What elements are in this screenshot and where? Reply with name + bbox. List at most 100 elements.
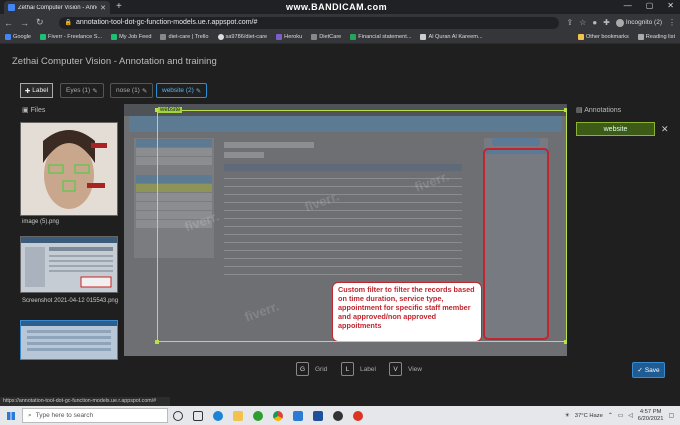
tab-title: Zethai Computer Vision - Annotation — [18, 4, 97, 11]
tray-chevron-icon[interactable]: ⌃ — [608, 413, 613, 419]
task-view-icon[interactable] — [193, 410, 203, 421]
tab-close-icon[interactable]: ✕ — [100, 4, 106, 12]
system-tray: ☀ 37°C Haze ⌃ ▭ ◁ 4:57 PM 6/20/2021 ▢ — [565, 409, 680, 422]
clock[interactable]: 4:57 PM 6/20/2021 — [638, 409, 664, 422]
forward-icon[interactable]: → — [20, 18, 29, 28]
bookmarks-bar: Google Fiverr - Freelance S... My Job Fe… — [0, 31, 680, 44]
file-name: Screenshot 2021-04-12 015543.png — [22, 298, 119, 304]
bookmark-item[interactable]: Google — [5, 34, 31, 40]
edit-icon[interactable]: ✎ — [196, 87, 201, 95]
label-label: Label — [360, 366, 376, 373]
chrome-icon[interactable] — [273, 410, 283, 421]
annotation-canvas[interactable]: Custom filter to filter the records base… — [124, 104, 567, 356]
network-icon[interactable]: ▭ — [618, 413, 623, 419]
bookmark-item[interactable]: My Job Feed — [111, 34, 151, 40]
class-pill-nose[interactable]: nose (1) ✎ — [110, 83, 154, 98]
screenshot-thumbnail-image — [21, 321, 117, 359]
bookmark-item[interactable]: Financial statement... — [350, 34, 411, 40]
volume-icon[interactable]: ◁ — [628, 413, 632, 419]
star-icon[interactable]: ☆ — [579, 18, 586, 27]
extension-icon[interactable]: ● — [592, 18, 597, 27]
address-bar[interactable]: 🔒 annotation-tool-dot-gc-function-models… — [58, 16, 560, 29]
bookmark-item[interactable]: Al Quran Al Kareem... — [420, 34, 483, 40]
save-button[interactable]: ✓ Save — [632, 362, 665, 378]
recorder-watermark: www.BANDICAM.com — [286, 2, 388, 12]
upwork-icon — [111, 34, 118, 40]
save-icon: ✓ — [637, 367, 643, 374]
start-button[interactable] — [0, 406, 22, 425]
reading-list-icon — [637, 34, 644, 40]
edge-icon[interactable] — [213, 410, 223, 421]
upwork-app-icon[interactable] — [253, 410, 263, 421]
notifications-icon[interactable]: ▢ — [669, 413, 674, 419]
cortana-icon[interactable] — [173, 410, 183, 421]
website-region-box[interactable] — [157, 110, 567, 342]
annotation-item[interactable]: website — [576, 122, 655, 136]
chrome-incognito-icon[interactable] — [333, 410, 343, 421]
annotations-heading: ▤ Annotations — [576, 107, 622, 114]
other-bookmarks[interactable]: Other bookmarks — [577, 34, 629, 40]
bookmark-item[interactable]: diet-care | Trello — [160, 34, 209, 40]
annotation-app: Zethai Computer Vision - Annotation and … — [0, 44, 680, 397]
class-pill-eyes[interactable]: Eyes (1) ✎ — [60, 83, 104, 98]
view-label: View — [408, 366, 422, 373]
github-icon — [217, 34, 224, 40]
file-name: image (5).png — [22, 219, 60, 225]
sheet-icon — [350, 34, 357, 40]
file-thumbnail[interactable] — [20, 236, 118, 293]
files-heading: ▣ Files — [22, 107, 46, 114]
weather-text: 37°C Haze — [574, 412, 603, 419]
bookmark-item[interactable]: Heroku — [276, 34, 302, 40]
class-pill-website[interactable]: website (2) ✎ — [156, 83, 208, 98]
url-text: annotation-tool-dot-gc-function-models.u… — [76, 19, 258, 26]
edit-icon[interactable]: ✎ — [142, 87, 147, 95]
minimize-icon[interactable]: — — [624, 1, 632, 10]
maximize-icon[interactable]: ▢ — [646, 1, 654, 10]
label-shortcut-key[interactable]: L — [341, 362, 354, 376]
bookmark-item[interactable]: Fiverr - Freelance S... — [40, 34, 102, 40]
view-shortcut-key[interactable]: V — [389, 362, 402, 376]
resize-handle[interactable] — [564, 340, 567, 344]
reload-icon[interactable]: ↻ — [36, 17, 44, 28]
lock-icon: 🔒 — [64, 20, 73, 26]
resize-handle[interactable] — [155, 340, 159, 344]
bookmark-item[interactable]: sa9786/diet-care — [217, 34, 267, 40]
resize-handle[interactable] — [564, 108, 567, 112]
new-tab-icon[interactable]: + — [116, 1, 122, 12]
vscode-icon[interactable] — [293, 410, 303, 421]
grid-shortcut-key[interactable]: G — [296, 362, 309, 376]
file-explorer-icon[interactable] — [233, 410, 243, 421]
browser-tab[interactable]: Zethai Computer Vision - Annotation ✕ — [4, 1, 110, 14]
files-icon: ▣ — [22, 107, 31, 114]
store-icon[interactable] — [313, 410, 323, 421]
page-icon — [160, 34, 167, 40]
grid-label: Grid — [315, 366, 328, 373]
edit-icon[interactable]: ✎ — [92, 87, 97, 95]
plus-icon: ✚ — [24, 87, 31, 95]
reading-list[interactable]: Reading list — [637, 34, 675, 40]
close-window-icon[interactable]: ✕ — [667, 1, 674, 10]
window-controls: — ▢ ✕ — [624, 1, 674, 10]
heroku-icon — [276, 34, 283, 40]
puzzle-icon[interactable]: ✚ — [603, 18, 610, 27]
profile-button[interactable]: Incognito (2) — [615, 18, 662, 27]
face-thumbnail-image — [21, 123, 117, 215]
tab-favicon-icon — [8, 4, 15, 11]
taskbar-search[interactable]: ⌕ Type here to search — [22, 408, 168, 423]
page-icon — [420, 34, 427, 40]
search-icon: ⌕ — [28, 411, 32, 419]
share-icon[interactable]: ⇪ — [566, 18, 573, 27]
taskbar: ⌕ Type here to search ☀ 37°C Haze ⌃ ▭ ◁ … — [0, 406, 680, 425]
page-title: Zethai Computer Vision - Annotation and … — [12, 56, 217, 67]
incognito-avatar-icon — [615, 18, 624, 27]
menu-icon[interactable]: ⋮ — [668, 18, 676, 27]
back-icon[interactable]: ← — [4, 18, 13, 28]
file-thumbnail[interactable] — [20, 122, 118, 216]
windows-icon — [7, 411, 15, 420]
weather-icon: ☀ — [564, 412, 570, 419]
bandicam-icon[interactable] — [353, 410, 363, 421]
delete-annotation-icon[interactable]: ✕ — [661, 124, 669, 135]
add-label-button[interactable]: ✚ Label — [20, 83, 53, 98]
file-thumbnail[interactable] — [20, 320, 118, 360]
bookmark-item[interactable]: DietCare — [311, 34, 341, 40]
